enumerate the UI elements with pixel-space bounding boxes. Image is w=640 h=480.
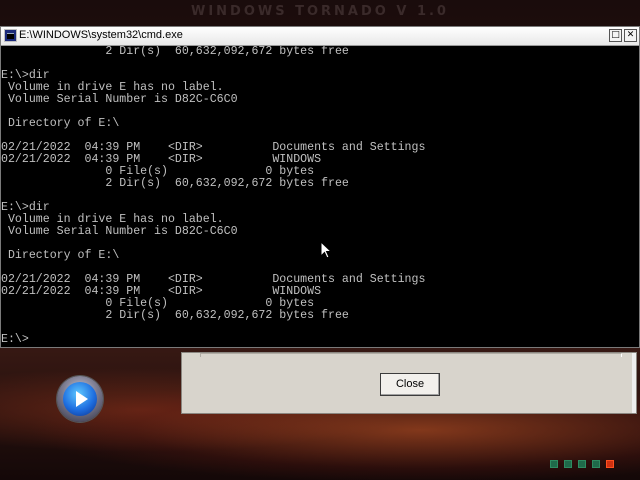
background-dialog: Close xyxy=(181,352,637,414)
maximize-button[interactable]: □ xyxy=(609,29,622,42)
console-line: Directory of E:\ xyxy=(1,117,120,130)
tray-icon[interactable] xyxy=(578,460,586,468)
close-button[interactable]: Close xyxy=(380,373,440,396)
media-player-icon[interactable] xyxy=(57,376,103,422)
dialog-frame-edge xyxy=(200,353,622,357)
console-line: 2 Dir(s) 60,632,092,672 bytes free xyxy=(1,46,349,58)
play-icon xyxy=(63,382,97,416)
cmd-window[interactable]: E:\WINDOWS\system32\cmd.exe □ ✕ 2 Dir(s)… xyxy=(0,26,640,348)
window-titlebar[interactable]: E:\WINDOWS\system32\cmd.exe □ ✕ xyxy=(1,27,639,46)
console-line: 2 Dir(s) 60,632,092,672 bytes free xyxy=(1,177,349,190)
tray-icon[interactable] xyxy=(550,460,558,468)
console-output[interactable]: 2 Dir(s) 60,632,092,672 bytes free E:\>di… xyxy=(1,46,639,346)
console-line: Volume Serial Number is D82C-C6C0 xyxy=(1,225,238,238)
tray-icon[interactable] xyxy=(592,460,600,468)
cmd-icon[interactable] xyxy=(4,29,17,42)
wallpaper-brand-text: WINDOWS TORNADO V 1.0 xyxy=(191,4,449,19)
tray-icon[interactable] xyxy=(564,460,572,468)
dialog-scrollbar[interactable] xyxy=(632,353,636,413)
mouse-pointer-icon xyxy=(320,241,332,259)
close-window-button[interactable]: ✕ xyxy=(624,29,637,42)
tray-alert-icon[interactable] xyxy=(606,460,614,468)
console-line: 2 Dir(s) 60,632,092,672 bytes free xyxy=(1,309,349,322)
system-tray xyxy=(550,460,620,469)
window-title: E:\WINDOWS\system32\cmd.exe xyxy=(19,29,183,41)
console-line: Volume Serial Number is D82C-C6C0 xyxy=(1,93,238,106)
console-line: E:\> xyxy=(1,333,29,346)
